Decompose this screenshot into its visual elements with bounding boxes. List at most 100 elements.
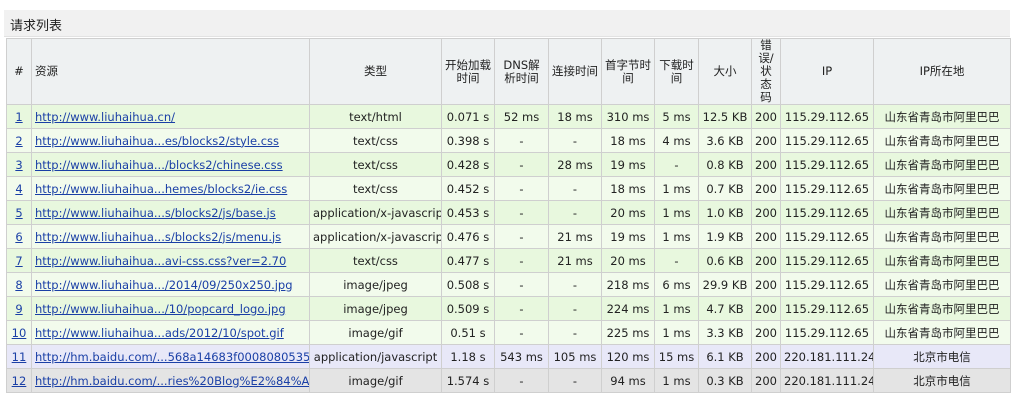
size-cell: 29.9 KB [698,272,752,297]
ip-cell: 115.29.112.65 [780,128,874,153]
row-index-link[interactable]: 9 [15,302,22,316]
resource-link-cell: http://www.liuhaihua.cn/ [31,104,310,129]
connect-time-cell: 21 ms [548,248,602,273]
connect-time-cell: - [548,128,602,153]
size-cell: 4.7 KB [698,296,752,321]
ip-cell: 115.29.112.65 [780,104,874,129]
row-index-link[interactable]: 2 [15,134,22,148]
connect-time-cell: 28 ms [548,152,602,177]
col-ip-location: IP所在地 [873,38,1011,105]
size-cell: 0.6 KB [698,248,752,273]
ip-location-cell: 北京市电信 [873,368,1011,393]
row-index-link[interactable]: 12 [12,374,27,388]
status-cell: 200 [751,104,781,129]
start-time-cell: 0.453 s [441,200,495,225]
type-cell: image/jpeg [309,296,442,321]
table-row: 5 http://www.liuhaihua...s/blocks2/js/bas… [6,200,1011,225]
row-index-link[interactable]: 11 [12,350,27,364]
resource-link-cell: http://www.liuhaihua...ads/2012/10/spot.… [31,320,310,345]
type-cell: application/x-javascript [309,224,442,249]
size-cell: 1.0 KB [698,200,752,225]
type-cell: text/css [309,152,442,177]
resource-link[interactable]: http://www.liuhaihua...s/blocks2/js/menu… [35,230,281,244]
row-index-link[interactable]: 7 [15,254,22,268]
download-time-cell: 4 ms [654,128,699,153]
size-cell: 1.9 KB [698,224,752,249]
connect-time-cell: 18 ms [548,104,602,129]
first-byte-cell: 225 ms [601,320,655,345]
start-time-cell: 1.574 s [441,368,495,393]
ip-cell: 115.29.112.65 [780,200,874,225]
ip-location-cell: 山东省青岛市阿里巴巴 [873,224,1011,249]
type-cell: image/gif [309,368,442,393]
first-byte-cell: 120 ms [601,344,655,369]
resource-link[interactable]: http://hm.baidu.com/...ries%20Blog%E2%84… [35,374,309,388]
row-index-link[interactable]: 1 [15,110,22,124]
resource-link[interactable]: http://www.liuhaihua.../2014/09/250x250.… [35,278,293,292]
row-index-link[interactable]: 10 [12,326,27,340]
first-byte-cell: 310 ms [601,104,655,129]
status-cell: 200 [751,296,781,321]
ip-cell: 220.181.111.24 [780,368,874,393]
type-cell: application/javascript [309,344,442,369]
row-index-link[interactable]: 4 [15,182,22,196]
start-time-cell: 0.476 s [441,224,495,249]
ip-cell: 115.29.112.65 [780,272,874,297]
type-cell: text/css [309,248,442,273]
row-index-link[interactable]: 6 [15,230,22,244]
connect-time-cell: - [548,368,602,393]
row-index-link-cell: 11 [6,344,32,369]
dns-time-cell: - [494,272,549,297]
connect-time-cell: - [548,200,602,225]
row-index-link-cell: 10 [6,320,32,345]
dns-time-cell: - [494,200,549,225]
row-index-link-cell: 4 [6,176,32,201]
resource-link[interactable]: http://www.liuhaihua...s/blocks2/js/base… [35,206,276,220]
download-time-cell: 1 ms [654,200,699,225]
resource-link[interactable]: http://www.liuhaihua...avi-css.css?ver=2… [35,254,286,268]
dns-time-cell: - [494,368,549,393]
resource-link[interactable]: http://www.liuhaihua...ads/2012/10/spot.… [35,326,284,340]
ip-cell: 220.181.111.24 [780,344,874,369]
table-row: 2 http://www.liuhaihua...es/blocks2/style… [6,128,1011,153]
row-index-link-cell: 2 [6,128,32,153]
resource-link[interactable]: http://hm.baidu.com/...568a14683f0008080… [35,350,309,364]
row-index-link[interactable]: 3 [15,158,22,172]
resource-link[interactable]: http://www.liuhaihua...hemes/blocks2/ie.… [35,182,287,196]
resource-link[interactable]: http://www.liuhaihua.../blocks2/chinese.… [35,158,283,172]
col-first-byte: 首字节时间 [601,38,655,105]
ip-cell: 115.29.112.65 [780,296,874,321]
dns-time-cell: - [494,248,549,273]
first-byte-cell: 18 ms [601,176,655,201]
status-cell: 200 [751,248,781,273]
download-time-cell: 6 ms [654,272,699,297]
col-type: 类型 [309,38,442,105]
download-time-cell: 1 ms [654,176,699,201]
resource-link[interactable]: http://www.liuhaihua.cn/ [35,110,175,124]
type-cell: text/css [309,176,442,201]
row-index-link-cell: 6 [6,224,32,249]
resource-link[interactable]: http://www.liuhaihua.../10/popcard_logo.… [35,302,286,316]
row-index-link[interactable]: 5 [15,206,22,220]
status-cell: 200 [751,152,781,177]
row-index-link[interactable]: 8 [15,278,22,292]
resource-link-cell: http://www.liuhaihua.../2014/09/250x250.… [31,272,310,297]
resource-link-cell: http://www.liuhaihua.../blocks2/chinese.… [31,152,310,177]
ip-location-cell: 山东省青岛市阿里巴巴 [873,200,1011,225]
resource-link-cell: http://www.liuhaihua...hemes/blocks2/ie.… [31,176,310,201]
resource-link-cell: http://www.liuhaihua...avi-css.css?ver=2… [31,248,310,273]
row-index-link-cell: 1 [6,104,32,129]
dns-time-cell: - [494,296,549,321]
size-cell: 0.3 KB [698,368,752,393]
status-cell: 200 [751,128,781,153]
dns-time-cell: - [494,152,549,177]
ip-location-cell: 山东省青岛市阿里巴巴 [873,248,1011,273]
first-byte-cell: 20 ms [601,200,655,225]
col-start-time: 开始加载时间 [441,38,495,105]
resource-link[interactable]: http://www.liuhaihua...es/blocks2/style.… [35,134,279,148]
row-index-link-cell: 5 [6,200,32,225]
col-download-time: 下载时间 [654,38,699,105]
ip-location-cell: 山东省青岛市阿里巴巴 [873,320,1011,345]
connect-time-cell: - [548,272,602,297]
type-cell: image/jpeg [309,272,442,297]
